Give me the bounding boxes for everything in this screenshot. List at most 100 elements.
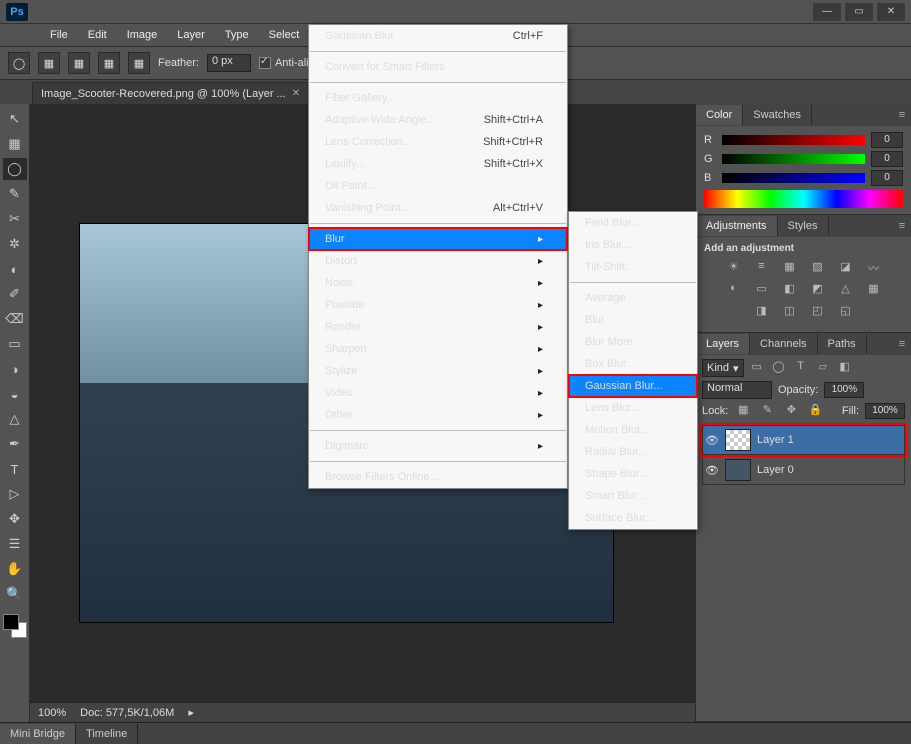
adj-invert-icon[interactable]: △ [837,282,855,298]
panel-menu-icon[interactable]: ≡ [893,109,911,121]
g-slider[interactable] [722,154,865,164]
adj-photo-filter-icon[interactable]: ▭ [753,282,771,298]
filter-pixel-icon[interactable]: ▭ [748,360,766,376]
menu-noise-group[interactable]: Noise [309,272,567,294]
panel-menu-icon[interactable]: ≡ [893,220,911,232]
menu-blur[interactable]: Blur [569,309,697,331]
color-spectrum[interactable] [704,190,903,208]
adj-hue-icon[interactable]: 〰 [865,260,883,276]
tool-eraser[interactable]: ◑ [3,358,27,380]
tool-crop[interactable]: ✂ [3,208,27,230]
selection-mode-add-icon[interactable]: ▦ [68,52,90,74]
tool-marquee[interactable]: ▦ [3,133,27,155]
tool-blur[interactable]: △ [3,408,27,430]
menu-liquify[interactable]: Liquify...Shift+Ctrl+X [309,153,567,175]
tool-path[interactable]: ✥ [3,508,27,530]
menu-file[interactable]: File [40,26,78,44]
adj-channel-mixer-icon[interactable]: ◧ [781,282,799,298]
tab-mini-bridge[interactable]: Mini Bridge [0,724,76,744]
menu-surface-blur[interactable]: Surface Blur... [569,507,697,529]
adj-gradient-map-icon[interactable]: ◫ [781,304,799,320]
menu-lens-blur[interactable]: Lens Blur... [569,397,697,419]
b-slider[interactable] [722,173,865,183]
document-tab[interactable]: Image_Scooter-Recovered.png @ 100% (Laye… [32,82,309,104]
zoom-level[interactable]: 100% [38,707,66,719]
menu-stylize-group[interactable]: Stylize [309,360,567,382]
maximize-button[interactable]: ▭ [845,3,873,21]
menu-radial-blur[interactable]: Radial Blur... [569,441,697,463]
adj-threshold-icon[interactable]: ◨ [753,304,771,320]
r-slider[interactable] [722,135,865,145]
panel-menu-icon[interactable]: ≡ [893,338,911,350]
layer-row-layer0[interactable]: 👁 Layer 0 [702,455,905,485]
adj-vibrance-icon[interactable]: ◪ [837,260,855,276]
color-swatch-toggle[interactable] [1,612,29,640]
r-value[interactable]: 0 [871,132,903,148]
filter-adjust-icon[interactable]: ◯ [770,360,788,376]
menu-smart-blur[interactable]: Smart Blur... [569,485,697,507]
tab-channels[interactable]: Channels [750,334,817,354]
tool-heal[interactable]: ◐ [3,258,27,280]
menu-gaussian-blur[interactable]: Gaussian Blur... [569,375,697,397]
selection-mode-sub-icon[interactable]: ▦ [98,52,120,74]
menu-iris-blur[interactable]: Iris Blur... [569,234,697,256]
menu-filter-gallery[interactable]: Filter Gallery... [309,87,567,109]
tab-styles[interactable]: Styles [778,216,829,236]
menu-lens-correction[interactable]: Lens Correction...Shift+Ctrl+R [309,131,567,153]
blend-mode-select[interactable]: Normal [702,381,772,399]
selection-mode-new-icon[interactable]: ▦ [38,52,60,74]
adj-selective-color-icon[interactable]: ◰ [809,304,827,320]
tool-lasso[interactable]: ◯ [3,158,27,180]
adj-posterize-icon[interactable]: ▦ [865,282,883,298]
tool-zoom[interactable]: 🔍 [3,583,27,605]
tab-layers[interactable]: Layers [696,334,750,354]
tool-move[interactable]: ↖ [3,108,27,130]
adj-curves-icon[interactable]: ▦ [781,260,799,276]
menu-last-filter[interactable]: Gaüssian BlurCtrl+F [309,25,567,47]
tool-hand[interactable]: ✋ [3,558,27,580]
menu-tilt-shift[interactable]: Tilt-Shift... [569,256,697,278]
lock-pixels-icon[interactable]: ✎ [758,403,776,419]
menu-type[interactable]: Type [215,26,259,44]
filter-shape-icon[interactable]: ▱ [814,360,832,376]
menu-motion-blur[interactable]: Motion Blur... [569,419,697,441]
opacity-value[interactable]: 100% [824,382,864,398]
lasso-tool-icon[interactable]: ◯ [8,52,30,74]
menu-blur-group[interactable]: Blur [309,228,567,250]
menu-average[interactable]: Average [569,287,697,309]
foreground-color-swatch[interactable] [3,614,19,630]
adj-color-lookup-icon[interactable]: ◩ [809,282,827,298]
filter-type-icon[interactable]: T [792,360,810,376]
tab-swatches[interactable]: Swatches [743,105,812,125]
minimize-button[interactable]: — [813,3,841,21]
menu-box-blur[interactable]: Box Blur... [569,353,697,375]
menu-browse-filters[interactable]: Browse Filters Online... [309,466,567,488]
tab-color[interactable]: Color [696,105,743,125]
menu-sharpen-group[interactable]: Sharpen [309,338,567,360]
layer-visibility-icon[interactable]: 👁 [705,434,719,447]
close-button[interactable]: ✕ [877,3,905,21]
filter-smart-icon[interactable]: ◧ [836,360,854,376]
adj-brightness-icon[interactable]: ☀ [725,260,743,276]
g-value[interactable]: 0 [871,151,903,167]
tool-wand[interactable]: ✎ [3,183,27,205]
close-tab-icon[interactable]: ✕ [292,88,300,99]
tab-adjustments[interactable]: Adjustments [696,216,778,236]
adj-levels-icon[interactable]: ≡ [753,260,771,276]
lock-all-icon[interactable]: 🔒 [806,403,824,419]
menu-image[interactable]: Image [117,26,168,44]
layer-row-layer1[interactable]: 👁 Layer 1 [702,425,905,455]
tool-brush[interactable]: ✐ [3,283,27,305]
feather-input[interactable]: 0 px [207,54,251,72]
layer-visibility-icon[interactable]: 👁 [705,464,719,477]
tool-shape[interactable]: ☰ [3,533,27,555]
lock-transparent-icon[interactable]: ▦ [734,403,752,419]
status-arrow-icon[interactable]: ▸ [188,706,194,719]
tool-gradient[interactable]: ◒ [3,383,27,405]
adj-bw-icon[interactable]: ◐ [725,282,743,298]
menu-distort-group[interactable]: Distort [309,250,567,272]
lock-position-icon[interactable]: ✥ [782,403,800,419]
menu-select[interactable]: Select [259,26,310,44]
adj-exposure-icon[interactable]: ▨ [809,260,827,276]
layer-name[interactable]: Layer 1 [757,434,794,446]
